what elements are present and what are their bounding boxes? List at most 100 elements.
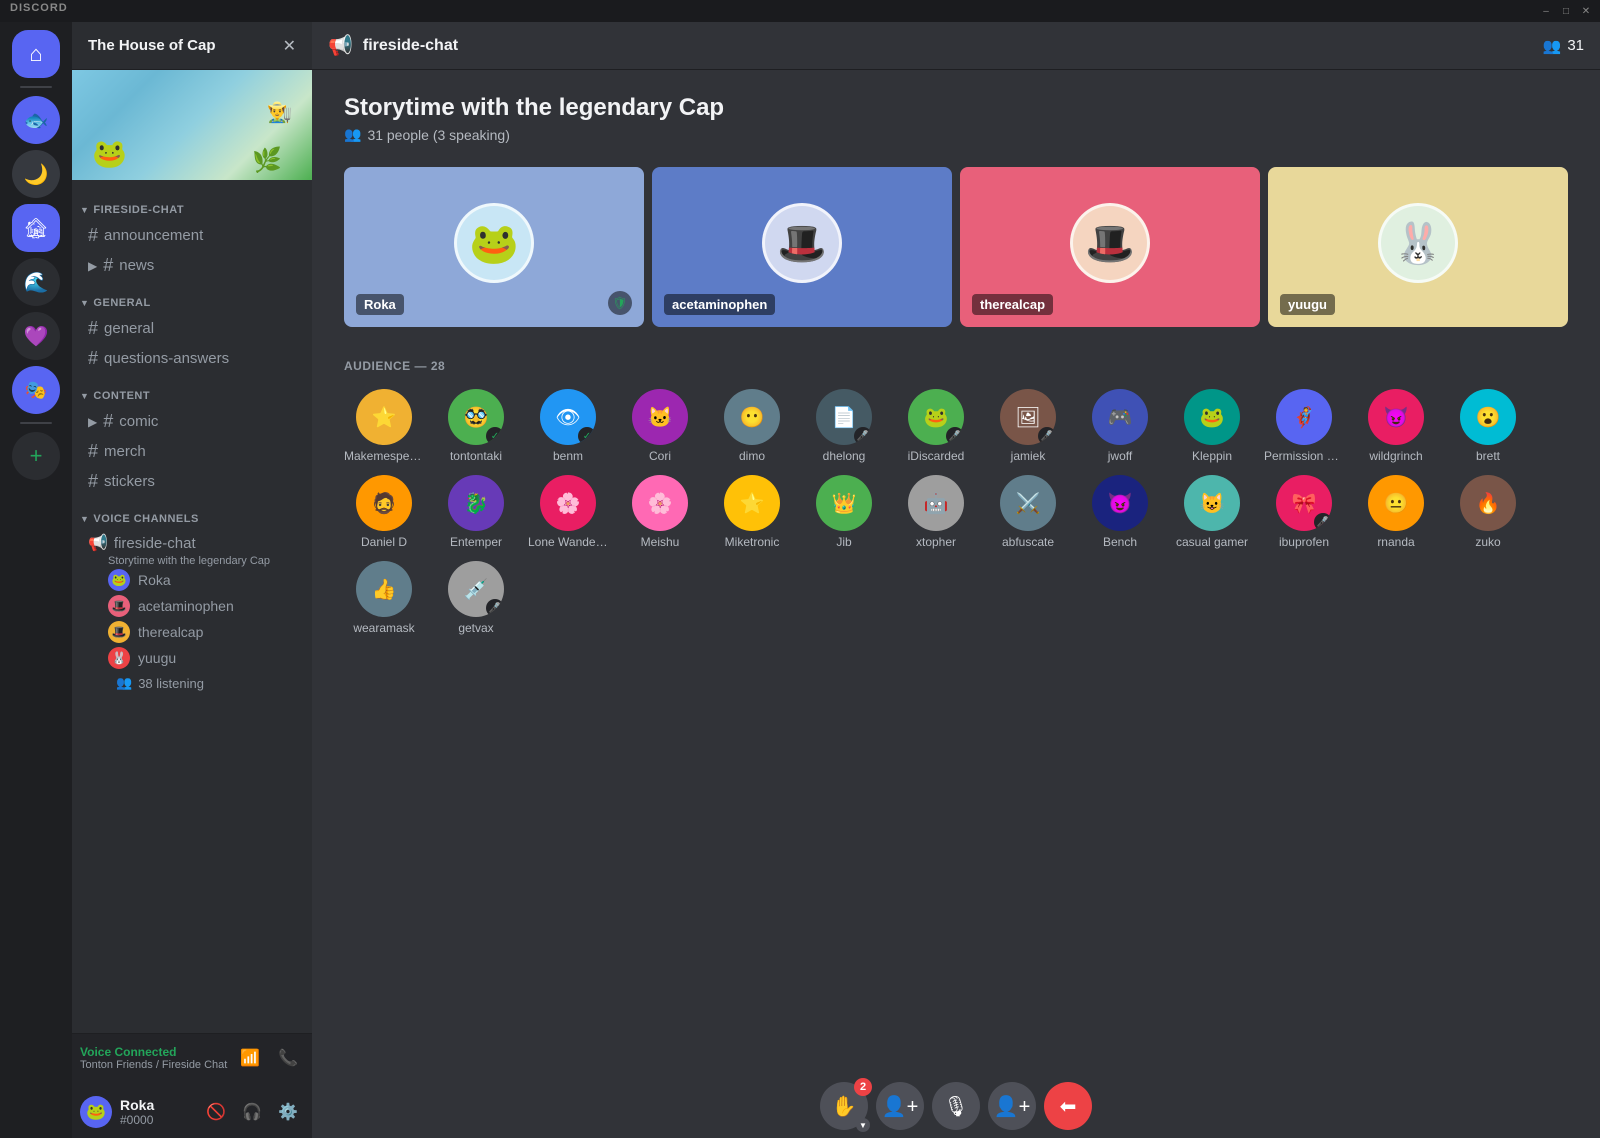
raise-hand-button[interactable]: ✋ 2 ▼ (820, 1082, 868, 1130)
audience-avatar-rnanda[interactable]: 😐 (1368, 475, 1424, 531)
audience-name-tontontaki: tontontaki (436, 449, 516, 463)
leave-button[interactable]: ⬅ (1044, 1082, 1092, 1130)
audience-name-abfuscate: abfuscate (988, 535, 1068, 549)
speaker-card-roka: 🐸 Roka 🛡 (344, 167, 644, 327)
add-server-button[interactable]: + (12, 432, 60, 480)
voice-phone-icon[interactable]: 📞 (272, 1042, 304, 1074)
speaker-card-acetaminophen: 🎩 acetaminophen (652, 167, 952, 327)
server-icon-6[interactable]: 💜 (12, 312, 60, 360)
verified-badge-benm: ✓ (578, 427, 596, 445)
mute-button[interactable]: 🎙 (932, 1082, 980, 1130)
audience-avatar-benm[interactable]: 👁 ✓ (540, 389, 596, 445)
voice-bars-icon[interactable]: 📶 (234, 1042, 266, 1074)
audience-name-xtopher: xtopher (896, 535, 976, 549)
speaker-name-roka: Roka (356, 294, 404, 315)
category-content[interactable]: ▼ CONTENT (72, 374, 312, 406)
audience-avatar-entemper[interactable]: 🐉 (448, 475, 504, 531)
invite-button[interactable]: 👤+ (988, 1082, 1036, 1130)
speaker-name-therealcap: therealcap (972, 294, 1053, 315)
category-news-announcement[interactable]: ▼ fireside-chat (72, 188, 312, 220)
audience-avatar-brett[interactable]: 😮 (1460, 389, 1516, 445)
audience-avatar-bench[interactable]: 😈 (1092, 475, 1148, 531)
audience-avatar-cori[interactable]: 🐱 (632, 389, 688, 445)
maximize-button[interactable]: □ (1560, 5, 1572, 17)
voice-connected-sub: Tonton Friends / Fireside Chat (80, 1059, 227, 1071)
audience-avatar-jwoff[interactable]: 🎮 (1092, 389, 1148, 445)
audience-name-wildgrinch: wildgrinch (1356, 449, 1436, 463)
server-icon-7[interactable]: 🎭 (12, 366, 60, 414)
audience-member-dimo: 😶 dimo (712, 389, 792, 463)
chevron-right-icon-comic: ▶ (88, 415, 97, 429)
audience-avatar-abfuscate[interactable]: ⚔️ (1000, 475, 1056, 531)
audience-member-ibuprofen: 🎀 🎤 ibuprofen (1264, 475, 1344, 549)
voice-user-name-yuugu: yuugu (138, 650, 176, 666)
server-icon-active[interactable]: 🏚 (12, 204, 60, 252)
main-content: 📢 fireside-chat 👥 31 Storytime with the … (312, 22, 1600, 1138)
stage-meta: 👥 31 people (3 speaking) (344, 126, 1568, 143)
close-button[interactable]: ✕ (1580, 5, 1592, 17)
hash-icon-stickers: # (88, 471, 98, 492)
category-label-general: GENERAL (93, 297, 150, 309)
server-icon-5[interactable]: 🌊 (12, 258, 60, 306)
audience-avatar-jib[interactable]: 👑 (816, 475, 872, 531)
audience-avatar-casual-gamer[interactable]: 😺 (1184, 475, 1240, 531)
audience-avatar-makemespeakrr[interactable]: ⭐ (356, 389, 412, 445)
server-banner-image: ✓ The House of Cap 🐸 🌿 👨‍🌾 (72, 70, 312, 180)
audience-avatar-ibuprofen[interactable]: 🎀 🎤 (1276, 475, 1332, 531)
channel-item-merch[interactable]: # merch (80, 437, 304, 466)
audience-avatar-wildgrinch[interactable]: 😈 (1368, 389, 1424, 445)
channel-item-comic[interactable]: ▶ # comic (80, 407, 304, 436)
audience-member-idiscarded: 🐸 🎤 iDiscarded (896, 389, 976, 463)
audience-member-meishu: 🌸 Meishu (620, 475, 700, 549)
channel-item-general[interactable]: # general (80, 314, 304, 343)
channel-item-stickers[interactable]: # stickers (80, 467, 304, 496)
user-bar-tag: #0000 (120, 1113, 192, 1127)
server-banner: ✓ The House of Cap 🐸 🌿 👨‍🌾 (72, 70, 312, 180)
audience-avatar-dimo[interactable]: 😶 (724, 389, 780, 445)
server-icon-discord-home[interactable]: ⌂ (12, 30, 60, 78)
server-header[interactable]: The House of Cap ✕ (72, 22, 312, 70)
category-voice[interactable]: ▼ VOICE CHANNELS (72, 497, 312, 529)
mic-badge-getvax: 🎤 (486, 599, 504, 617)
category-general[interactable]: ▼ GENERAL (72, 281, 312, 313)
channel-item-questions[interactable]: # questions-answers (80, 344, 304, 373)
audience-name-makemespeakrr: Makemespeakrr (344, 449, 424, 463)
voice-channel-fireside[interactable]: 📢 fireside-chat Storytime with the legen… (80, 529, 304, 697)
user-bar: 🐸 Roka #0000 🚫 🎧 ⚙️ (72, 1086, 312, 1138)
audience-avatar-dhelong[interactable]: 📄 🎤 (816, 389, 872, 445)
voice-user-name-therealcap: therealcap (138, 624, 203, 640)
headset-icon[interactable]: 🎧 (236, 1096, 268, 1128)
audience-avatar-miketronic[interactable]: 🌟 (724, 475, 780, 531)
audience-avatar-xtopher[interactable]: 🤖 (908, 475, 964, 531)
audience-member-entemper: 🐉 Entemper (436, 475, 516, 549)
raise-hand-dropdown-arrow[interactable]: ▼ (856, 1118, 870, 1132)
server-icon-2[interactable]: 🌙 (12, 150, 60, 198)
audience-member-jib: 👑 Jib (804, 475, 884, 549)
user-avatar: 🐸 (80, 1096, 112, 1128)
audience-avatar-lone-wanderer[interactable]: 🌸 (540, 475, 596, 531)
audience-member-makemespeakrr: ⭐ Makemespeakrr (344, 389, 424, 463)
request-to-speak-button[interactable]: 👤+ (876, 1082, 924, 1130)
audience-avatar-zuko[interactable]: 🔥 (1460, 475, 1516, 531)
listening-count: 38 listening (138, 676, 204, 691)
settings-icon[interactable]: ⚙️ (272, 1096, 304, 1128)
channel-item-news[interactable]: ▶ # news (80, 251, 304, 280)
app-logo: DISCORD (10, 2, 68, 14)
audience-member-abfuscate: ⚔️ abfuscate (988, 475, 1068, 549)
audience-avatar-tontontaki[interactable]: 🥸 ✓ (448, 389, 504, 445)
minimize-button[interactable]: – (1540, 5, 1552, 17)
audience-name-meishu: Meishu (620, 535, 700, 549)
audience-avatar-wearamask[interactable]: 👍 (356, 561, 412, 617)
audience-avatar-jamiek[interactable]: 🖼 🎤 (1000, 389, 1056, 445)
audience-avatar-daniel-d[interactable]: 🧔 (356, 475, 412, 531)
speaker-avatar-roka: 🐸 (454, 203, 534, 283)
audience-avatar-kleppin[interactable]: 🐸 (1184, 389, 1240, 445)
audience-avatar-getvax[interactable]: 💉 🎤 (448, 561, 504, 617)
audience-avatar-meishu[interactable]: 🌸 (632, 475, 688, 531)
audience-avatar-idiscarded[interactable]: 🐸 🎤 (908, 389, 964, 445)
channel-item-announcement[interactable]: # announcement (80, 221, 304, 250)
mute-icon[interactable]: 🚫 (200, 1096, 232, 1128)
audience-avatar-permission-man[interactable]: 🦸 (1276, 389, 1332, 445)
audience-name-benm: benm (528, 449, 608, 463)
server-icon-1[interactable]: 🐟 (12, 96, 60, 144)
